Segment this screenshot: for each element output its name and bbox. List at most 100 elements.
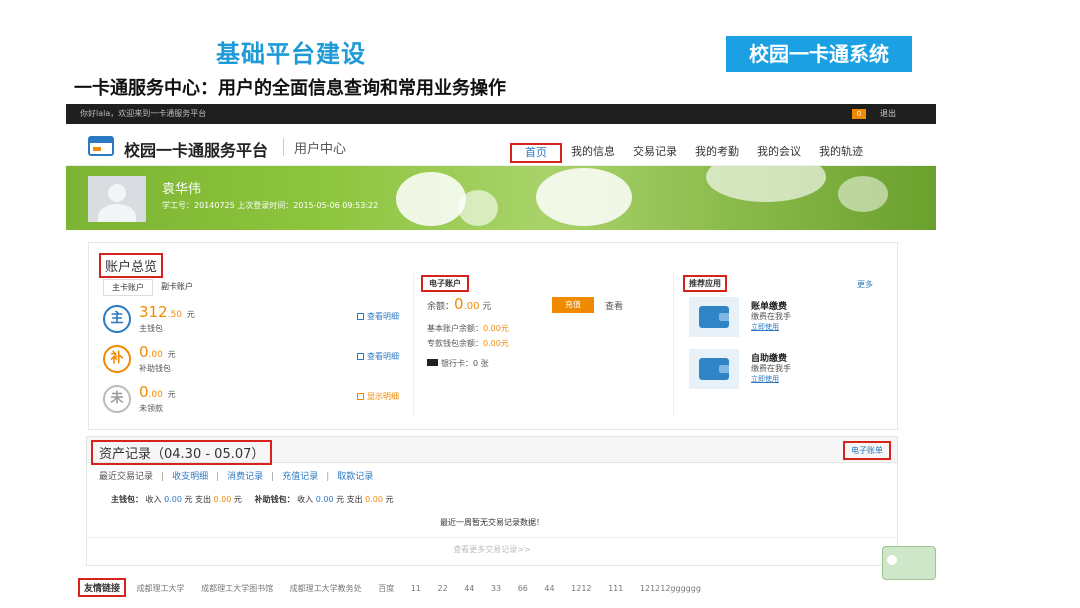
balance-decimal: .00 — [463, 301, 480, 312]
wallet-icon — [689, 297, 739, 337]
record-tabs: 最近交易记录 | 收支明细 | 消费记录 | 充值记录 | 取款记录 — [99, 469, 373, 482]
column-divider — [673, 273, 674, 417]
special-balance-label: 专款钱包余额： — [427, 339, 483, 348]
footer-link[interactable]: 66 — [518, 584, 528, 593]
user-meta: 学工号：20140725 上次登录时间：2015-05-06 09:53:22 — [162, 201, 379, 210]
nav-attendance[interactable]: 我的考勤 — [686, 143, 748, 163]
top-bar: 你好lala，欢迎来到一卡通服务平台 0 退出 — [66, 104, 936, 124]
view-button[interactable]: 查看 — [605, 299, 623, 312]
message-count-badge[interactable]: 0 — [852, 109, 866, 119]
footer-link[interactable]: 33 — [491, 584, 501, 593]
income-label: 收入 — [297, 495, 314, 504]
floating-widget-icon[interactable] — [882, 546, 936, 580]
basic-account-balance: 基本账户余额：0.00元 — [427, 323, 509, 334]
wallet-label: 补助钱包 — [139, 364, 171, 373]
tab-sub-card[interactable]: 副卡账户 — [153, 279, 201, 296]
footer-link[interactable]: 成都理工大学 — [137, 584, 185, 593]
footer-link[interactable]: 44 — [544, 584, 554, 593]
tab-main-card[interactable]: 主卡账户 — [103, 279, 153, 296]
flower-decoration — [536, 168, 632, 226]
basic-balance-label: 基本账户余额： — [427, 324, 483, 333]
slide-badge: 校园一卡通系统 — [726, 36, 912, 72]
friendly-links: 友情链接 成都理工大学 成都理工大学图书馆 成都理工大学教务处 百度 11 22… — [78, 578, 715, 597]
asset-records-header: 资产记录（04.30 - 05.07） 电子账单 — [87, 437, 897, 465]
nav-tracks[interactable]: 我的轨迹 — [810, 143, 872, 163]
footer-link[interactable]: 11 — [411, 584, 421, 593]
footer-link[interactable]: 111 — [608, 584, 623, 593]
wallet-amount: 0.00 元 — [139, 343, 176, 361]
slide-subtitle: 一卡通服务中心：用户的全面信息查询和常用业务操作 — [74, 78, 506, 99]
bank-card-count: 银行卡：0 张 — [427, 358, 489, 369]
nav-home[interactable]: 首页 — [510, 143, 562, 163]
footer-link[interactable]: 44 — [464, 584, 474, 593]
balance-label: 余额： — [427, 302, 455, 312]
wallet-label: 主钱包 — [139, 324, 163, 333]
footer-link[interactable]: 百度 — [378, 584, 394, 593]
footer-link[interactable]: 121212gggggg — [640, 584, 701, 593]
expense-label: 支出 — [195, 495, 211, 504]
footer-link[interactable]: 成都理工大学教务处 — [290, 584, 362, 593]
e-account-balance: 余额：0.00 元 — [427, 295, 491, 313]
view-details-link[interactable]: 查看明细 — [357, 351, 399, 362]
bank-card-icon — [427, 359, 438, 366]
nav-transactions[interactable]: 交易记录 — [624, 143, 686, 163]
wallet-main: 主 312.50 元 主钱包 查看明细 — [103, 303, 403, 337]
e-bill-link[interactable]: 电子账单 — [843, 441, 891, 460]
use-now-link[interactable]: 立即使用 — [751, 374, 779, 384]
view-details-text: 查看明细 — [367, 312, 399, 321]
wallet-amount: 0.00 元 — [139, 383, 176, 401]
app-self-payment[interactable]: 自助缴费 缴费在我手 立即使用 — [689, 349, 889, 389]
view-details-link[interactable]: 查看明细 — [357, 311, 399, 322]
logout-link[interactable]: 退出 — [880, 104, 896, 124]
tab-separator: | — [216, 472, 220, 482]
special-wallet-balance: 专款钱包余额：0.00元 — [427, 338, 509, 349]
use-now-link[interactable]: 立即使用 — [751, 322, 779, 332]
amount-decimal: .50 — [167, 310, 182, 320]
card-logo-icon[interactable] — [88, 136, 114, 156]
recommended-apps-title: 推荐应用 — [683, 275, 727, 292]
recharge-button[interactable]: 充值 — [552, 297, 594, 313]
tab-recent-transactions[interactable]: 最近交易记录 — [99, 472, 153, 482]
main-income-value: 0.00 — [164, 495, 182, 504]
wallet-amount: 312.50 元 — [139, 303, 195, 321]
footer-link[interactable]: 成都理工大学图书馆 — [201, 584, 273, 593]
empty-records-message: 最近一周暂无交易记录数据！ — [440, 518, 544, 527]
app-bill-payment[interactable]: 账单缴费 缴费在我手 立即使用 — [689, 297, 889, 337]
wallet-shape — [699, 358, 729, 380]
unclaimed-wallet-icon: 未 — [103, 385, 131, 413]
yuan-label: 元 — [336, 495, 345, 504]
tab-consumption[interactable]: 消费记录 — [227, 472, 263, 482]
app-desc: 缴费在我手 — [751, 312, 791, 321]
tab-income-expense[interactable]: 收支明细 — [172, 472, 208, 482]
show-details-link[interactable]: 显示明细 — [357, 391, 399, 402]
details-icon — [357, 313, 364, 320]
brand-divider — [283, 138, 284, 156]
asset-records-panel: 资产记录（04.30 - 05.07） 电子账单 最近交易记录 | 收支明细 | 消费记… — [86, 436, 898, 566]
account-panel: 账户总览 主卡账户 副卡账户 主 312.50 元 主钱包 查看明细 补 0.0… — [88, 242, 898, 430]
e-account-title: 电子账户 — [421, 275, 469, 292]
subsidy-expense-value: 0.00 — [365, 495, 383, 504]
wallet-icon — [689, 349, 739, 389]
nav-meetings[interactable]: 我的会议 — [748, 143, 810, 163]
balance-integer: 0 — [454, 295, 464, 313]
avatar-head-shape — [108, 184, 126, 202]
tab-recharge[interactable]: 充值记录 — [282, 472, 318, 482]
brand-title[interactable]: 校园一卡通服务平台 — [124, 137, 268, 161]
expense-label: 支出 — [346, 495, 363, 504]
nav-my-info[interactable]: 我的信息 — [562, 143, 624, 163]
more-apps-link[interactable]: 更多 — [857, 279, 873, 290]
avatar[interactable] — [88, 176, 146, 222]
subsidy-income-value: 0.00 — [315, 495, 334, 504]
tab-withdrawal[interactable]: 取款记录 — [337, 472, 373, 482]
footer-link[interactable]: 22 — [437, 584, 447, 593]
footer-link[interactable]: 1212 — [571, 584, 591, 593]
column-divider — [413, 273, 414, 417]
amount-integer: 0 — [139, 343, 149, 361]
more-records-link[interactable]: 查看更多交易记录>> — [87, 537, 897, 561]
flower-decoration — [458, 190, 498, 226]
wallet-summary: 主钱包： 收入 0.00 元 支出 0.00 元 补助钱包： 收入 0.00 元… — [111, 494, 394, 505]
amount-integer: 0 — [139, 383, 149, 401]
main-wallet-label: 主钱包： — [111, 495, 143, 504]
wallet-label: 未领款 — [139, 404, 163, 413]
amount-decimal: .00 — [148, 390, 163, 400]
